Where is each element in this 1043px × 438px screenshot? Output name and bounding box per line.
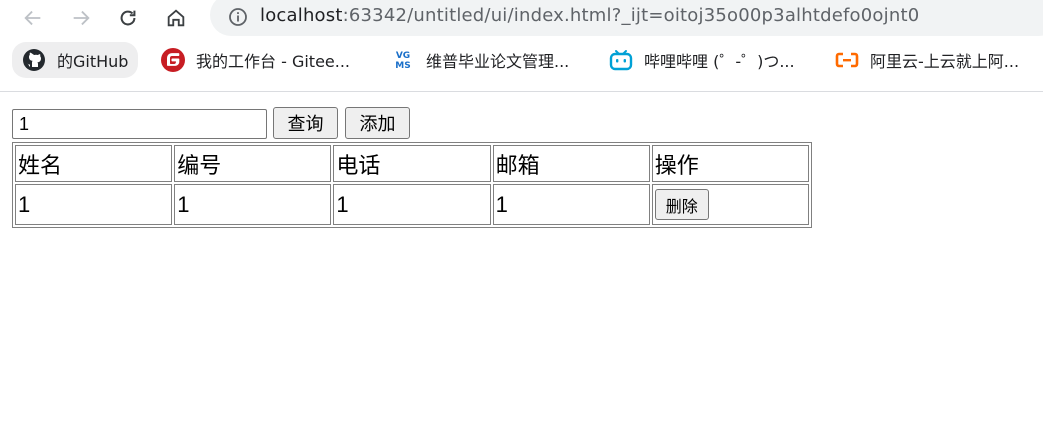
github-icon	[22, 48, 46, 72]
cell-name: 1	[15, 184, 173, 225]
address-bar[interactable]: localhost:63342/untitled/ui/index.html?_…	[210, 0, 1043, 36]
aliyun-icon	[835, 48, 859, 72]
column-header-email: 邮箱	[492, 145, 650, 182]
cell-id: 1	[174, 184, 332, 225]
forward-arrow-icon	[73, 10, 90, 26]
url-host: localhost	[260, 5, 343, 26]
table-row: 1 1 1 1 删除	[15, 184, 809, 225]
add-button[interactable]: 添加	[345, 107, 410, 139]
column-header-action: 操作	[651, 145, 809, 182]
bookmark-label: 阿里云-上云就上阿...	[870, 52, 1020, 71]
forward-button[interactable]	[66, 3, 96, 33]
cell-email: 1	[492, 184, 650, 225]
bookmark-label: 的GitHub	[57, 52, 129, 71]
svg-text:VG: VG	[396, 51, 410, 61]
bookmark-gitee[interactable]: 我的工作台 - Gitee...	[161, 46, 350, 74]
search-input[interactable]	[12, 109, 267, 139]
back-arrow-icon	[24, 10, 41, 26]
bookmark-github[interactable]: 的GitHub	[12, 42, 139, 78]
bookmark-label: 我的工作台 - Gitee...	[196, 52, 351, 71]
bookmark-label: 维普毕业论文管理...	[426, 52, 570, 71]
bookmark-label: 哔哩哔哩 (゜-゜)つ...	[644, 52, 795, 71]
table-header-row: 姓名 编号 电话 邮箱 操作	[15, 145, 809, 182]
url-path: :63342/untitled/ui/index.html?_ijt=oitoj…	[342, 5, 920, 26]
back-button[interactable]	[18, 3, 48, 33]
user-table: 姓名 编号 电话 邮箱 操作 1 1 1 1 删除	[12, 142, 812, 228]
cell-phone: 1	[333, 184, 491, 225]
query-button[interactable]: 查询	[273, 107, 338, 139]
bookmark-aliyun[interactable]: 阿里云-上云就上阿...	[835, 46, 1019, 74]
vgms-icon: VG MS	[391, 48, 415, 72]
svg-text:MS: MS	[395, 61, 410, 71]
bookmarks-bar: 的GitHub 我的工作台 - Gitee... VG MS 维普毕业论文管理..…	[0, 37, 1043, 92]
column-header-id: 编号	[174, 145, 332, 182]
reload-icon	[120, 10, 136, 26]
reload-button[interactable]	[113, 3, 143, 33]
url-text[interactable]: localhost:63342/untitled/ui/index.html?_…	[260, 6, 919, 26]
browser-toolbar: localhost:63342/untitled/ui/index.html?_…	[0, 0, 1043, 37]
column-header-phone: 电话	[333, 145, 491, 182]
bookmark-bilibili[interactable]: 哔哩哔哩 (゜-゜)つ...	[609, 46, 795, 74]
info-icon[interactable]	[228, 7, 248, 27]
gitee-icon	[161, 48, 185, 72]
bilibili-icon	[609, 48, 633, 72]
column-header-name: 姓名	[15, 145, 173, 182]
home-button[interactable]	[161, 3, 191, 33]
bookmark-vgms[interactable]: VG MS 维普毕业论文管理...	[391, 46, 569, 74]
home-icon	[167, 9, 185, 27]
cell-action: 删除	[651, 184, 809, 225]
delete-button[interactable]: 删除	[654, 189, 709, 220]
